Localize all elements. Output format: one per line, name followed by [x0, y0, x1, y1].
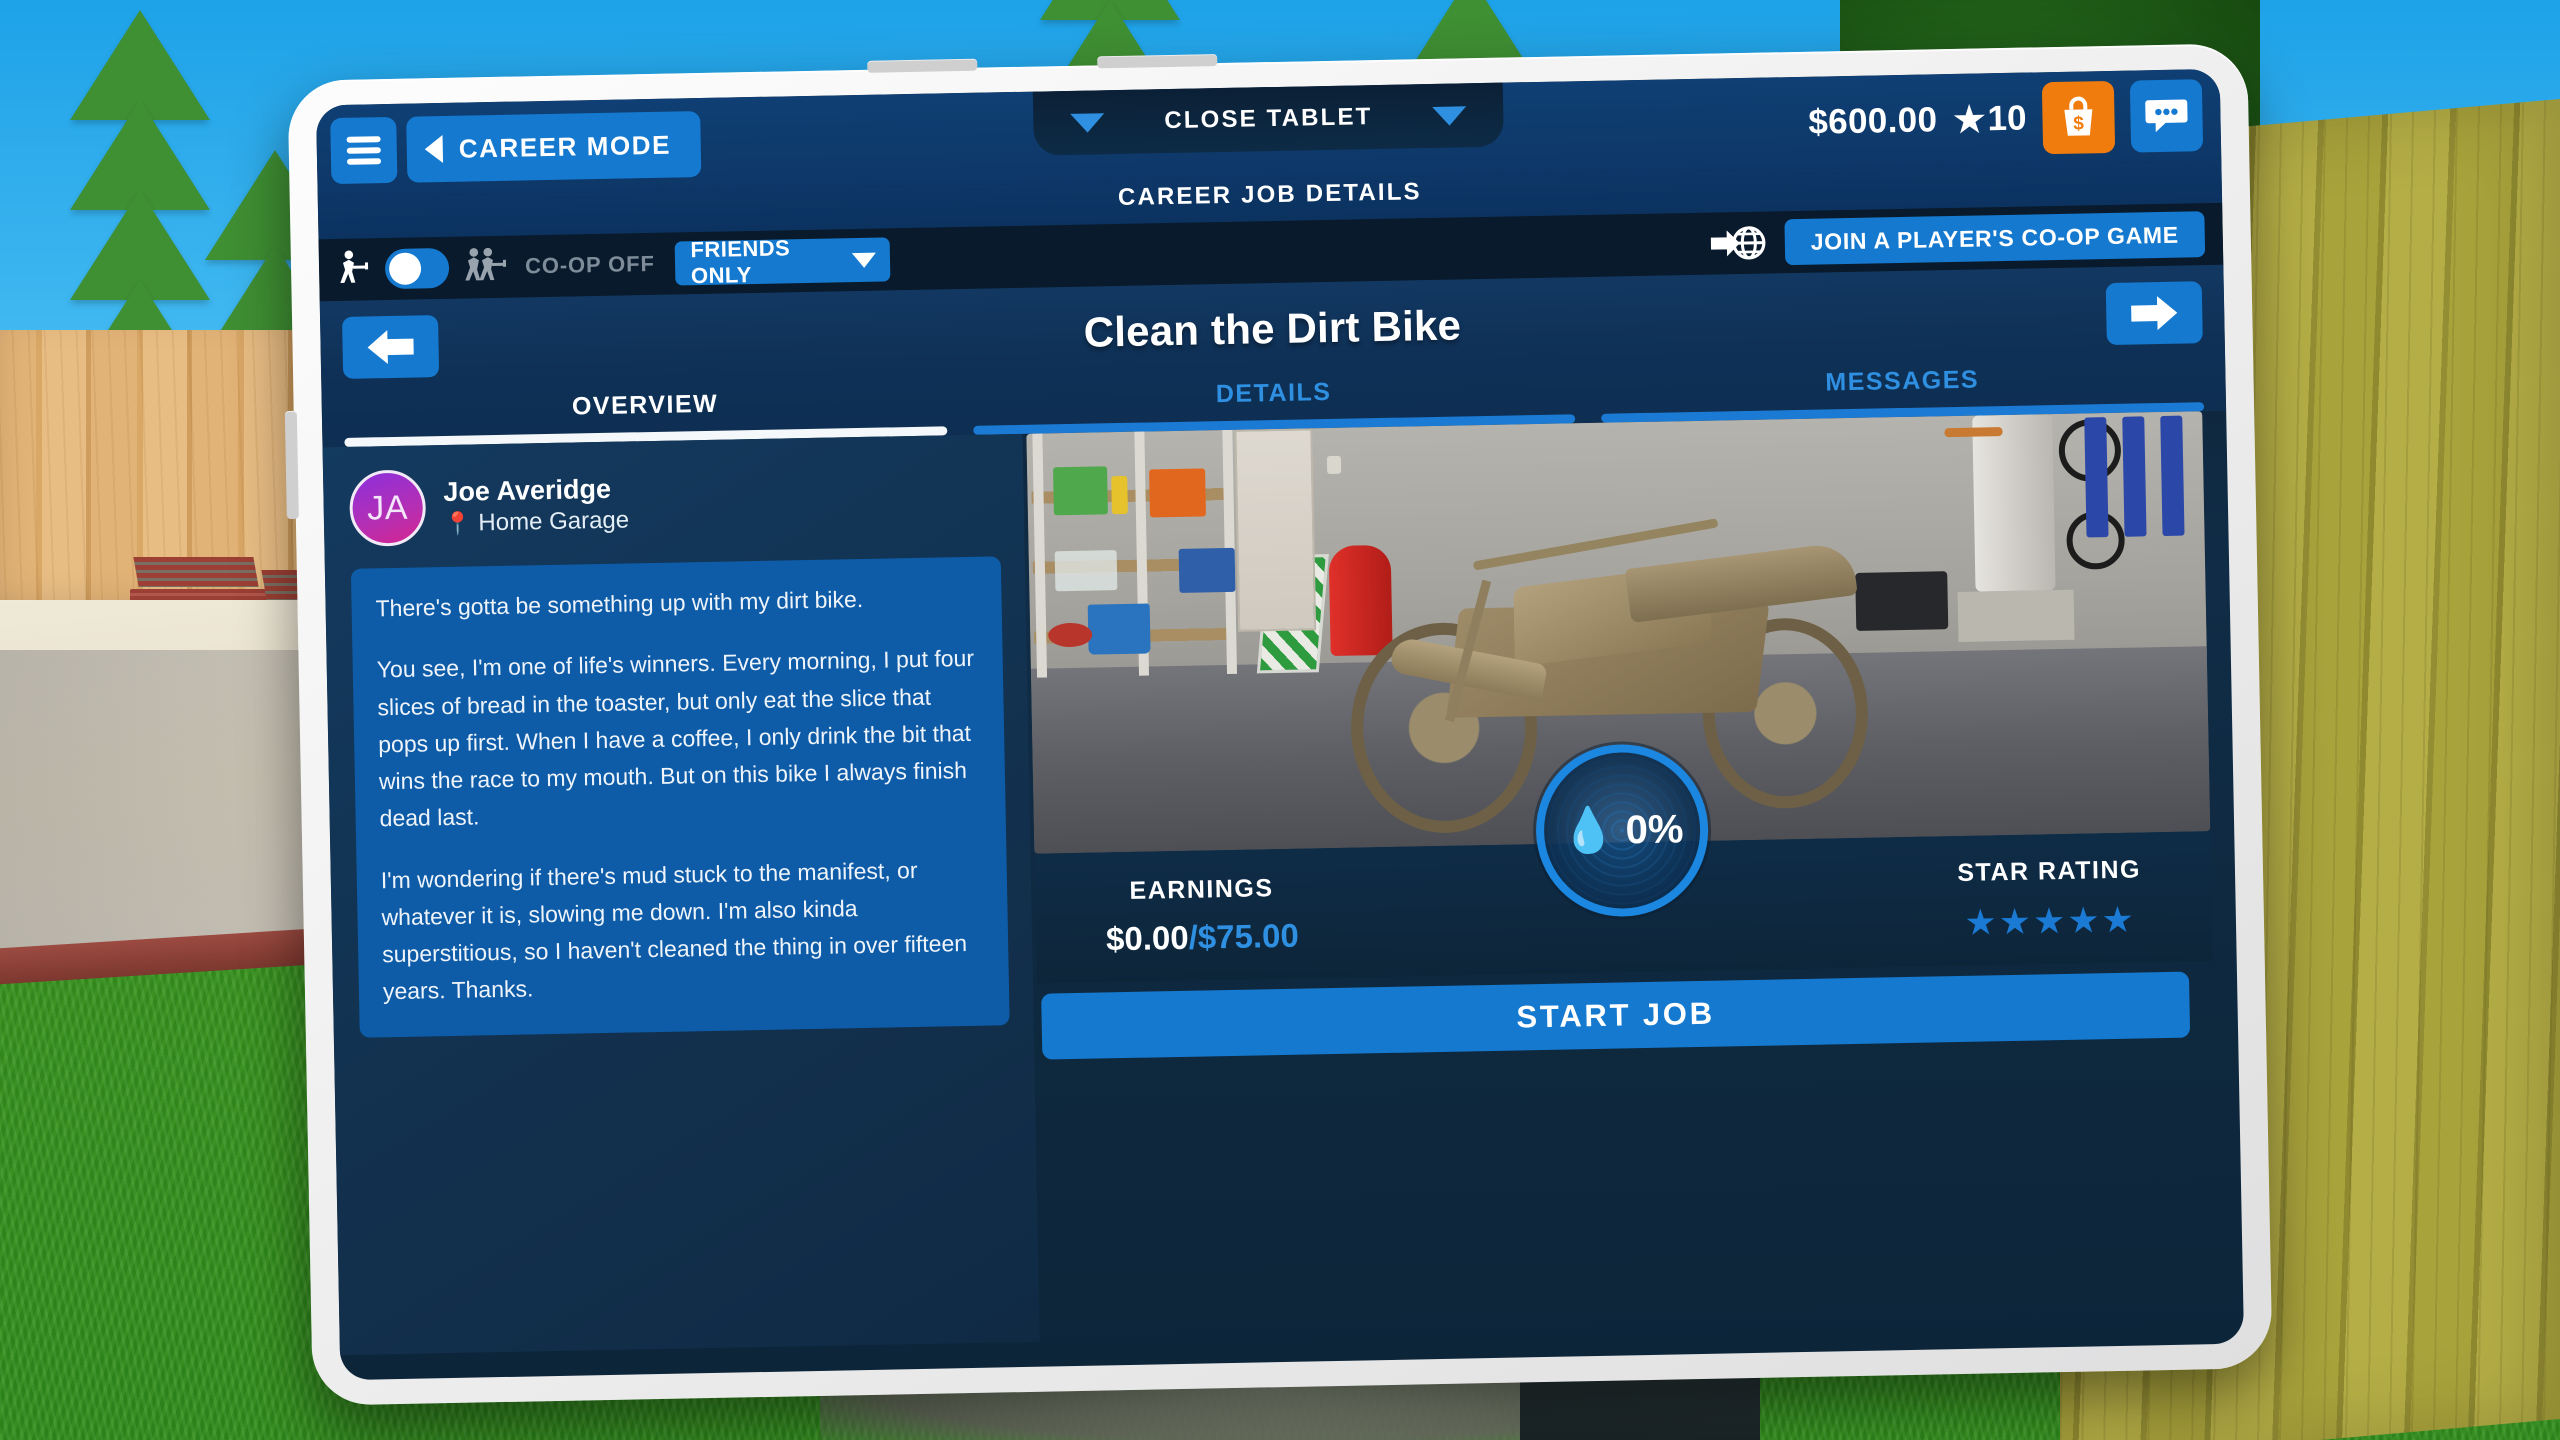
client-location: 📍 Home Garage [444, 506, 630, 538]
job-stats: EARNINGS $0.00/$75.00 💧 0% STAR RATING ★… [1034, 742, 2213, 984]
triangle-down-icon [1432, 105, 1467, 126]
coop-privacy-select[interactable]: FRIENDS ONLY [674, 235, 891, 288]
wall-strap [2160, 415, 2185, 537]
two-players-pressure-washer-icon [463, 247, 512, 288]
clear-storage-box [1054, 550, 1118, 592]
water-heater [1972, 414, 2056, 593]
tablet-screen: CAREER MODE CLOSE TABLET $600.00 ★ 10 $ [315, 68, 2245, 1381]
tablet-power-button[interactable] [1097, 54, 1218, 69]
career-mode-label: CAREER MODE [458, 129, 672, 164]
tablet-device: CAREER MODE CLOSE TABLET $600.00 ★ 10 $ [284, 43, 2273, 1406]
client-location-label: Home Garage [478, 506, 630, 537]
star-icon: ★ [1952, 98, 1986, 140]
messages-button[interactable] [2129, 79, 2204, 153]
client-name: Joe Averidge [443, 473, 612, 508]
join-coop-game-button[interactable]: JOIN A PLAYER'S CO-OP GAME [1784, 211, 2206, 266]
blue-storage-bin [1178, 547, 1236, 593]
copper-pipe [1944, 427, 2003, 438]
client-info: JA Joe Averidge 📍 Home Garage [348, 458, 1000, 547]
tablet-side-button[interactable] [284, 410, 299, 520]
chat-bubble-icon [2145, 99, 2188, 133]
join-coop-game-label: JOIN A PLAYER'S CO-OP GAME [1810, 221, 2180, 255]
career-mode-button[interactable]: CAREER MODE [406, 111, 702, 183]
hamburger-menu-icon [346, 131, 382, 170]
menu-button[interactable] [330, 116, 398, 185]
star-count: 10 [1987, 98, 2027, 139]
water-droplet-icon: 💧 [1560, 805, 1617, 856]
arrow-left-icon [367, 336, 413, 359]
money-balance: $600.00 [1807, 100, 1938, 142]
close-tablet-label: CLOSE TABLET [1164, 103, 1373, 135]
light-switch [1326, 455, 1342, 475]
message-paragraph: You see, I'm one of life's winners. Ever… [376, 645, 975, 832]
job-content: JA Joe Averidge 📍 Home Garage There's go… [322, 411, 2244, 1356]
arrow-right-icon [2131, 302, 2177, 325]
close-tablet-button[interactable]: CLOSE TABLET [1032, 82, 1504, 156]
star-rating-stars: ★★★★★ [1964, 898, 2137, 943]
earnings-value: $0.00/$75.00 [1106, 916, 1299, 958]
yellow-bottle [1111, 475, 1128, 515]
next-job-button[interactable] [2105, 281, 2203, 346]
star-rating-stat: STAR RATING ★★★★★ [1957, 855, 2142, 944]
previous-job-button[interactable] [342, 315, 440, 379]
job-preview-panel: EARNINGS $0.00/$75.00 💧 0% STAR RATING ★… [1022, 411, 2243, 1342]
earnings-stat: EARNINGS $0.00/$75.00 [1105, 873, 1299, 958]
orange-storage-box [1149, 468, 1206, 518]
garage-interior-door [1234, 428, 1317, 632]
green-storage-box [1053, 466, 1108, 516]
message-paragraph: There's gotta be something up with my di… [375, 585, 864, 622]
blue-recycling-bin [1087, 603, 1151, 655]
wall-strap [2084, 417, 2109, 538]
single-player-pressure-washer-icon [337, 249, 372, 290]
arrow-into-globe-icon [1710, 226, 1766, 260]
overview-panel: JA Joe Averidge 📍 Home Garage There's go… [322, 433, 1040, 1356]
chevron-down-icon [851, 252, 876, 268]
coop-status-label: CO-OP OFF [524, 250, 656, 279]
message-paragraph: I'm wondering if there's mud stuck to th… [380, 856, 968, 1005]
earnings-current: $0.00 [1105, 918, 1190, 957]
avatar: JA [348, 469, 427, 547]
map-pin-icon: 📍 [443, 510, 472, 536]
earnings-goal: $75.00 [1197, 916, 1300, 956]
tablet-volume-button[interactable] [867, 58, 978, 73]
wall-strap [2122, 416, 2147, 537]
triangle-left-icon [424, 134, 444, 164]
coop-right-group: JOIN A PLAYER'S CO-OP GAME [1710, 211, 2206, 266]
star-balance: ★ 10 [1952, 98, 2027, 140]
star-rating-caption: STAR RATING [1957, 855, 2142, 887]
shopping-bag-dollar-icon: $ [2064, 96, 2093, 136]
start-job-button[interactable]: START JOB [1041, 971, 2191, 1060]
client-message-card: There's gotta be something up with my di… [350, 556, 1010, 1038]
shop-button[interactable]: $ [2041, 80, 2116, 155]
coop-toggle[interactable] [384, 247, 450, 290]
earnings-caption: EARNINGS [1129, 873, 1274, 905]
start-job-label: START JOB [1516, 995, 1716, 1035]
progress-percent: 0% [1625, 806, 1684, 852]
triangle-down-icon [1070, 112, 1105, 133]
toggle-knob [388, 252, 422, 286]
coop-privacy-value: FRIENDS ONLY [690, 235, 791, 289]
top-bar-right-group: $600.00 ★ 10 $ [1808, 79, 2207, 159]
svg-text:$: $ [2073, 113, 2084, 134]
